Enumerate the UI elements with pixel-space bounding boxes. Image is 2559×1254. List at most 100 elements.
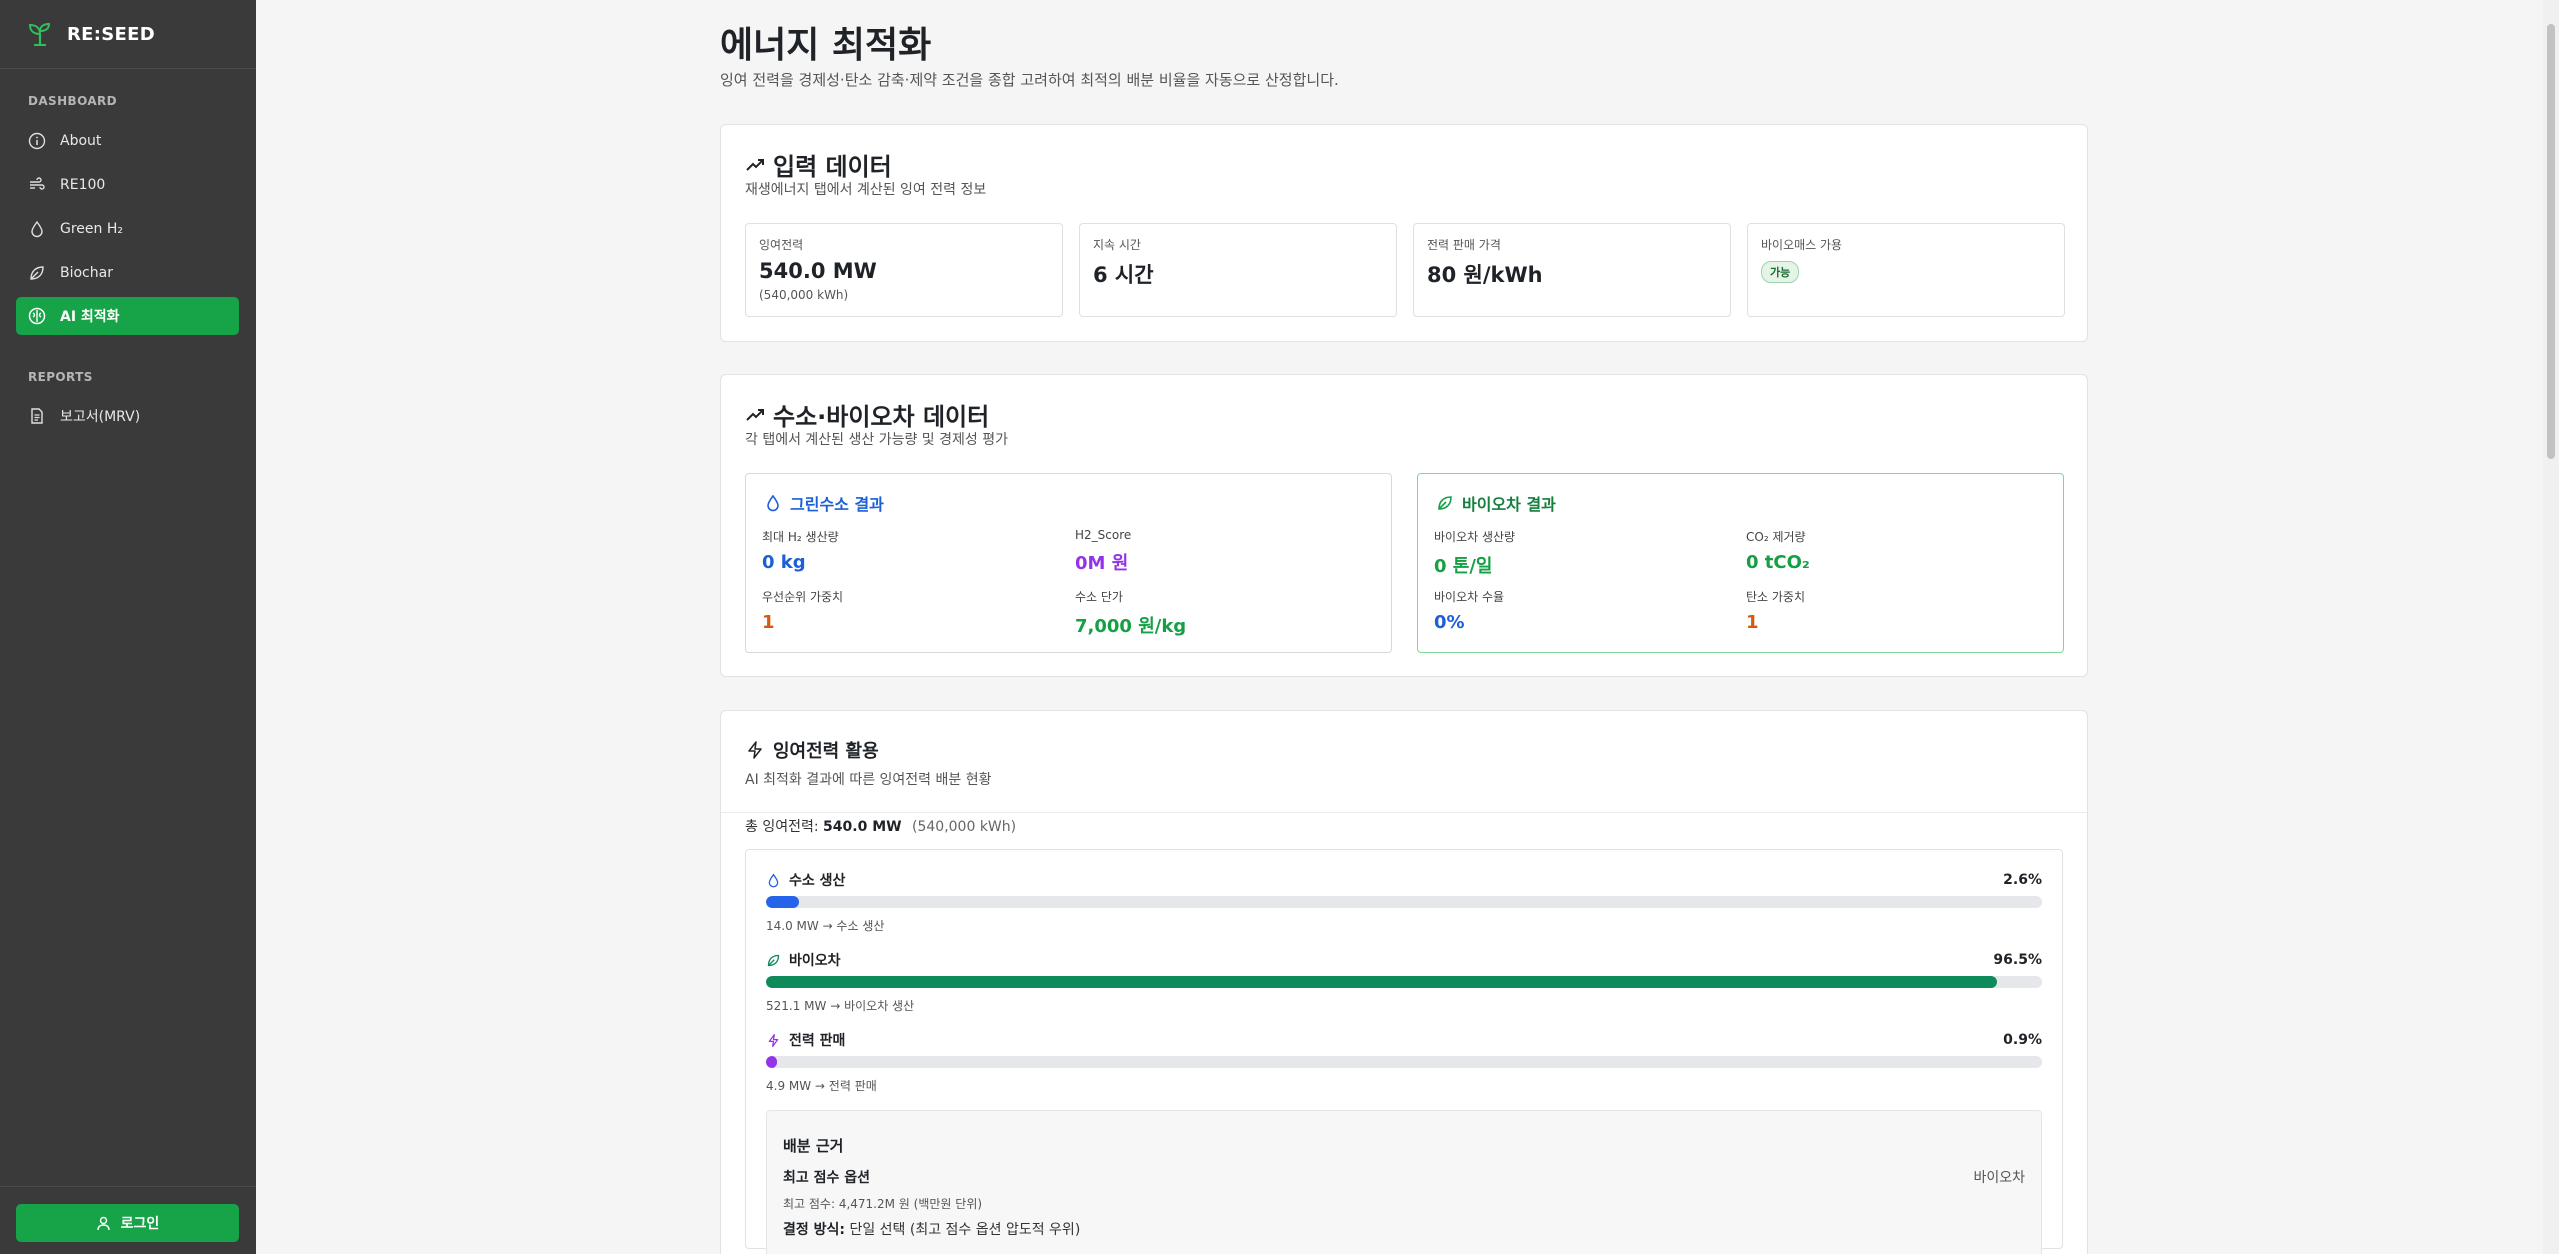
sidebar-item-label: 보고서(MRV) xyxy=(60,409,141,425)
metric-label: 수소 단가 xyxy=(1075,590,1123,604)
allocation-bar-track xyxy=(766,896,2042,908)
leaf-icon xyxy=(767,954,780,966)
biochar-result-box: 바이오차 결과 바이오차 생산량 0 톤/일 CO₂ 제거량 0 tCO₂ 바이… xyxy=(1417,473,2064,653)
droplet-icon xyxy=(768,873,779,887)
allocation-name: 수소 생산 xyxy=(789,873,846,889)
sidebar-item-label: Biochar xyxy=(60,265,113,281)
allocation-row-biochar: 바이오차 96.5% 521.1 MW → 바이오차 생산 xyxy=(766,950,2042,1014)
basis-best-value: 바이오차 xyxy=(1973,1170,2025,1186)
metric-carbon-weight: 탄소 가중치 1 xyxy=(1746,588,2036,633)
metric-label: 우선순위 가중치 xyxy=(762,590,844,604)
stat-biomass-availability: 바이오매스 가용 가능 xyxy=(1747,223,2065,317)
stat-label: 지속 시간 xyxy=(1093,238,1141,252)
stat-value: 6 시간 xyxy=(1093,263,1154,287)
surplus-utilization-title-text: 잉여전력 활용 xyxy=(773,741,879,762)
trending-up-icon xyxy=(746,408,764,421)
bolt-icon xyxy=(768,1033,779,1047)
allocation-row-power-sale: 전력 판매 0.9% 4.9 MW → 전력 판매 xyxy=(766,1030,2042,1094)
wind-icon xyxy=(30,177,45,190)
metric-h2-unit-price: 수소 단가 7,000 원/kg xyxy=(1075,588,1365,638)
allocation-row-h2: 수소 생산 2.6% 14.0 MW → 수소 생산 xyxy=(766,870,2042,934)
allocation-note: 14.0 MW → 수소 생산 xyxy=(766,919,885,933)
basis-title: 배분 근거 xyxy=(783,1137,844,1155)
stat-surplus-power: 잉여전력 540.0 MW (540,000 kWh) xyxy=(745,223,1063,317)
vertical-scrollbar[interactable] xyxy=(2543,0,2559,1254)
basis-method-value: 단일 선택 (최고 점수 옵션 압도적 우위) xyxy=(849,1222,1081,1238)
reports-section-label: REPORTS xyxy=(28,370,93,384)
stat-label: 잉여전력 xyxy=(759,238,804,252)
allocation-name: 바이오차 xyxy=(789,953,841,969)
document-icon xyxy=(31,408,43,424)
metric-biochar-production: 바이오차 생산량 0 톤/일 xyxy=(1434,528,1724,578)
droplet-icon xyxy=(31,220,43,238)
leaf-icon xyxy=(1438,496,1452,510)
user-icon xyxy=(96,1216,110,1230)
allocation-percent: 2.6% xyxy=(2003,872,2042,888)
divider xyxy=(721,812,2087,813)
metric-value: 0% xyxy=(1434,612,1465,633)
h2-biochar-title-text: 수소·바이오차 데이터 xyxy=(773,403,990,431)
green-h2-result-title-text: 그린수소 결과 xyxy=(790,495,884,514)
metric-value: 1 xyxy=(1746,612,1759,633)
metric-label: 최대 H₂ 생산량 xyxy=(762,530,839,544)
h2-biochar-subtitle: 각 탭에서 계산된 생산 가능량 및 경제성 평가 xyxy=(745,432,1008,448)
brand[interactable]: RE:SEED xyxy=(0,0,256,69)
sidebar-item-label: AI 최적화 xyxy=(60,309,120,325)
page-title: 에너지 최적화 xyxy=(720,25,932,66)
metric-value: 0 tCO₂ xyxy=(1746,552,1810,573)
metric-biochar-yield: 바이오차 수율 0% xyxy=(1434,588,1724,633)
biochar-result-title: 바이오차 결과 xyxy=(1436,491,1556,515)
basis-best-label: 최고 점수 옵션 xyxy=(783,1170,871,1186)
input-data-subtitle: 재생에너지 탭에서 계산된 잉여 전력 정보 xyxy=(745,182,987,198)
input-data-title-text: 입력 데이터 xyxy=(773,153,892,181)
total-surplus-value: 540.0 MW xyxy=(823,819,902,835)
login-button[interactable]: 로그인 xyxy=(16,1204,239,1242)
login-label: 로그인 xyxy=(120,1216,160,1232)
surplus-utilization-title: 잉여전력 활용 xyxy=(745,737,879,763)
stat-value: 80 원/kWh xyxy=(1427,263,1543,287)
h2-biochar-title: 수소·바이오차 데이터 xyxy=(745,397,989,432)
stat-note: (540,000 kWh) xyxy=(759,288,849,302)
allocation-note: 521.1 MW → 바이오차 생산 xyxy=(766,999,915,1013)
allocation-bar-fill xyxy=(766,976,1998,988)
biochar-result-title-text: 바이오차 결과 xyxy=(1462,495,1556,514)
sidebar-item-report-mrv[interactable]: 보고서(MRV) xyxy=(16,397,239,435)
metric-label: 바이오차 수율 xyxy=(1434,590,1505,604)
sidebar-item-biochar[interactable]: Biochar xyxy=(16,254,239,292)
surplus-utilization-card: 잉여전력 활용 AI 최적화 결과에 따른 잉여전력 배분 현황 총 잉여전력:… xyxy=(720,710,2088,1254)
sprout-logo-icon xyxy=(28,22,51,46)
input-data-card: 입력 데이터 재생에너지 탭에서 계산된 잉여 전력 정보 잉여전력 540.0… xyxy=(720,124,2088,342)
allocation-name: 전력 판매 xyxy=(789,1033,846,1049)
allocation-basis-box: 배분 근거 최고 점수 옵션 바이오차 최고 점수: 4,471.2M 원 (백… xyxy=(766,1110,2042,1254)
scrollbar-thumb[interactable] xyxy=(2547,24,2555,459)
basis-method-label: 결정 방식: xyxy=(783,1222,845,1238)
leaf-icon xyxy=(30,266,44,280)
basis-score: 최고 점수: 4,471.2M 원 (백만원 단위) xyxy=(783,1197,983,1211)
allocation-bar-track xyxy=(766,976,2042,988)
metric-label: 탄소 가중치 xyxy=(1746,590,1806,604)
sidebar-item-about[interactable]: About xyxy=(16,122,239,160)
sidebar-item-re100[interactable]: RE100 xyxy=(16,166,239,204)
sidebar-item-label: Green H₂ xyxy=(60,221,123,237)
allocation-note: 4.9 MW → 전력 판매 xyxy=(766,1079,877,1093)
metric-label: 바이오차 생산량 xyxy=(1434,530,1516,544)
sidebar-item-label: RE100 xyxy=(60,177,106,193)
stat-label: 전력 판매 가격 xyxy=(1427,238,1501,252)
main-content: 에너지 최적화 잉여 전력을 경제성·탄소 감축·제약 조건을 종합 고려하여 … xyxy=(256,0,2559,1254)
sidebar-item-ai-optimization[interactable]: AI 최적화 xyxy=(16,297,239,335)
info-icon xyxy=(28,132,46,150)
dashboard-section-label: DASHBOARD xyxy=(28,94,118,108)
brand-name: RE:SEED xyxy=(67,23,155,45)
brain-icon xyxy=(28,307,46,325)
sidebar: RE:SEED DASHBOARD About RE100 Green H₂ B… xyxy=(0,0,256,1254)
metric-label: H2_Score xyxy=(1075,528,1132,542)
allocation-bar-fill xyxy=(766,1056,778,1068)
total-surplus-line: 총 잉여전력: 540.0 MW (540,000 kWh) xyxy=(745,816,1016,836)
sidebar-item-green-h2[interactable]: Green H₂ xyxy=(16,210,239,248)
status-badge: 가능 xyxy=(1761,261,1800,283)
page-description: 잉여 전력을 경제성·탄소 감축·제약 조건을 종합 고려하여 최적의 배분 비… xyxy=(720,71,1339,89)
metric-value: 0M 원 xyxy=(1075,553,1129,574)
sidebar-footer: 로그인 xyxy=(0,1186,256,1254)
trending-up-icon xyxy=(746,158,764,171)
allocation-percent: 96.5% xyxy=(1993,952,2042,968)
